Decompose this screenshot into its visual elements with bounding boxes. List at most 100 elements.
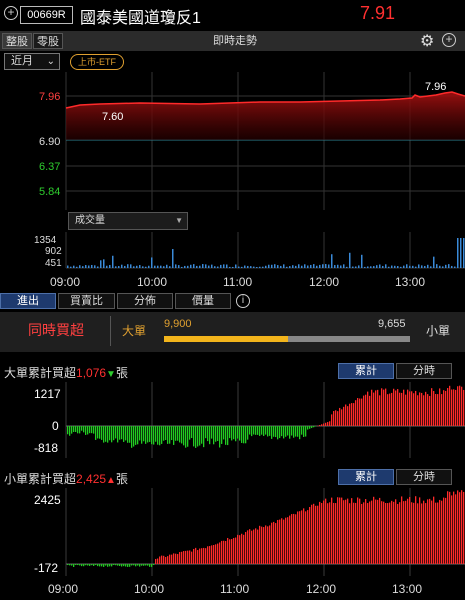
big-order-bar <box>115 426 117 439</box>
big-order-bar <box>117 426 119 443</box>
small-order-bar <box>357 497 359 564</box>
big-order-bar <box>79 426 81 434</box>
buy-sell-status: 同時買超 <box>28 322 84 338</box>
big-order-bar <box>433 391 435 426</box>
gear-icon[interactable]: ⚙ <box>420 31 434 51</box>
volume-bar <box>376 265 378 268</box>
big-order-bar <box>445 390 447 426</box>
seg-intraday-big[interactable]: 分時 <box>396 363 452 379</box>
volume-bar <box>337 264 339 268</box>
volume-bar <box>229 266 231 268</box>
volume-bar <box>184 265 186 268</box>
add-icon[interactable]: + <box>442 33 456 47</box>
period-select[interactable]: 近月 ⌄ <box>4 53 60 70</box>
small-order-bar <box>153 564 155 566</box>
xtick-1100: 11:00 <box>223 275 253 289</box>
small-order-bar <box>271 522 273 564</box>
volume-bar <box>115 266 117 268</box>
info-icon[interactable]: i <box>236 294 250 308</box>
volume-bar <box>262 266 264 268</box>
big-order-bar <box>83 426 85 433</box>
big-order-bar <box>249 426 251 435</box>
volume-bar <box>397 266 399 268</box>
big-order-bar <box>401 392 403 426</box>
small-order-bar <box>189 550 191 564</box>
big-order-bar <box>101 426 103 440</box>
volume-bar <box>301 265 303 268</box>
small-order-bar <box>173 553 175 564</box>
tab-buy-sell-ratio[interactable]: 買賣比 <box>58 293 115 309</box>
small-order-bar <box>161 555 163 564</box>
big-order-bar <box>255 426 257 435</box>
volume-bar <box>211 264 213 268</box>
seg-cumulative-small[interactable]: 累計 <box>338 469 394 485</box>
small-order-bar <box>219 542 221 564</box>
volume-select[interactable]: 成交量 ▼ <box>68 212 188 230</box>
small-order-bar <box>289 515 291 564</box>
volume-bars <box>67 238 465 268</box>
small-order-bar <box>347 498 349 564</box>
volume-bar <box>157 265 159 268</box>
big-order-bar <box>347 406 349 426</box>
big-order-bar <box>155 426 157 442</box>
small-order-bar <box>221 540 223 564</box>
small-order-bar <box>403 501 405 564</box>
small-order-bar <box>177 554 179 564</box>
big-order-bar <box>213 426 215 445</box>
small-order-bar <box>333 502 335 564</box>
volume-bar <box>112 255 114 268</box>
tab-price-volume[interactable]: 價量 <box>175 293 231 309</box>
stock-code[interactable]: 00669R <box>20 6 73 24</box>
small-order-bar <box>321 503 323 564</box>
add-icon[interactable]: + <box>4 6 18 20</box>
small-order-bar <box>209 546 211 564</box>
big-order-bar <box>407 389 409 426</box>
big-ytick-2: -818 <box>34 441 58 455</box>
tab-odd-lot[interactable]: 零股 <box>33 33 63 49</box>
small-order-bar <box>461 490 463 564</box>
tab-flow[interactable]: 進出 <box>0 293 56 309</box>
small-order-bar <box>251 530 253 564</box>
big-order-bar <box>321 424 323 426</box>
small-order-bar <box>201 548 203 564</box>
big-order-bar <box>123 426 125 442</box>
volume-bar <box>76 266 78 268</box>
big-order-bar <box>341 409 343 426</box>
big-order-bar <box>307 426 309 430</box>
volume-bar <box>442 266 444 268</box>
small-order-bar <box>447 491 449 564</box>
big-order-bar <box>197 426 199 447</box>
small-order-bar <box>385 503 387 564</box>
big-order-bar <box>103 426 105 443</box>
big-order-bar <box>375 390 377 426</box>
volume-bar <box>331 254 333 268</box>
small-order-bar <box>253 529 255 564</box>
small-order-bar <box>211 545 213 564</box>
small-order-bar <box>405 500 407 564</box>
big-order-bar <box>395 390 397 426</box>
small-order-bar <box>325 498 327 564</box>
tab-distribution[interactable]: 分佈 <box>117 293 173 309</box>
big-order-bar <box>85 426 87 435</box>
volume-bar <box>94 265 96 268</box>
volume-bar <box>127 264 129 268</box>
small-order-bar <box>427 499 429 564</box>
big-order-bar <box>165 426 167 441</box>
small-order-bar <box>299 511 301 564</box>
small-order-bar <box>391 500 393 564</box>
seg-intraday-small[interactable]: 分時 <box>396 469 452 485</box>
big-order-bar <box>329 421 331 426</box>
volume-bar <box>352 266 354 268</box>
big-order-bar <box>377 389 379 426</box>
small-order-unit: 張 <box>115 472 128 486</box>
small-order-bar <box>175 553 177 564</box>
tab-whole-shares[interactable]: 整股 <box>2 33 32 49</box>
big-order-bar <box>281 426 283 437</box>
small-order-bar <box>267 526 269 564</box>
small-order-bar <box>421 503 423 564</box>
seg-cumulative-big[interactable]: 累計 <box>338 363 394 379</box>
big-order-bar <box>309 426 311 429</box>
small-order-bar <box>261 526 263 564</box>
big-order-bar <box>149 426 151 442</box>
big-order-bar <box>195 426 197 448</box>
